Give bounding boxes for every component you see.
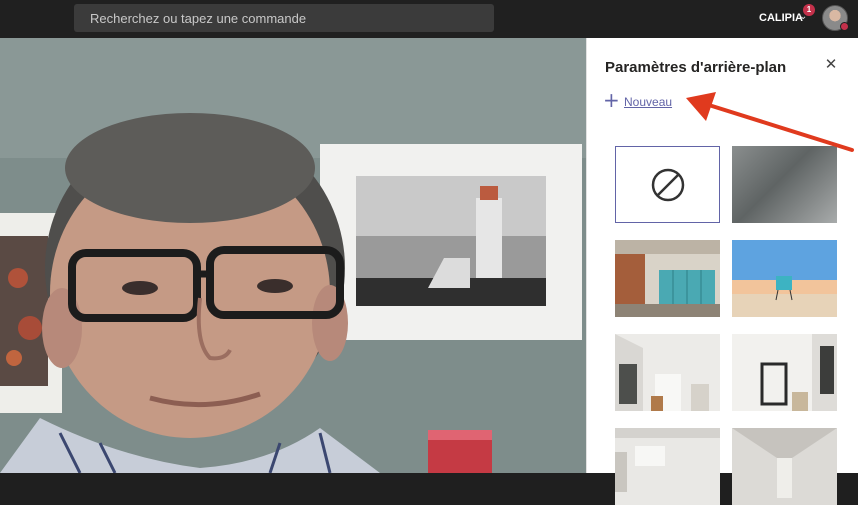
annotation-arrow (686, 92, 854, 152)
